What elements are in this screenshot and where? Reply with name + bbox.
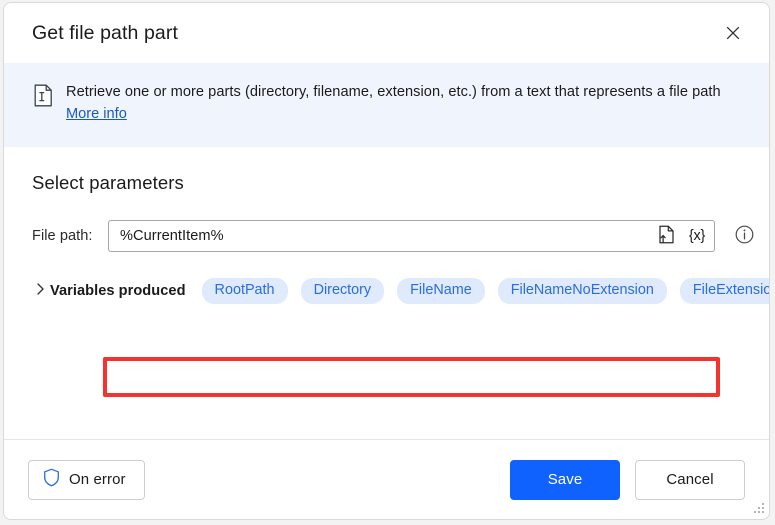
more-info-link[interactable]: More info xyxy=(66,105,127,124)
page-title: Get file path part xyxy=(32,22,713,45)
cancel-button[interactable]: Cancel xyxy=(635,460,745,500)
save-button[interactable]: Save xyxy=(510,460,620,500)
dialog-body: Select parameters File path: %CurrentIte… xyxy=(4,147,769,439)
variable-pill[interactable]: RootPath xyxy=(202,278,288,304)
on-error-button[interactable]: On error xyxy=(28,460,145,500)
highlight-annotation xyxy=(103,357,720,397)
close-icon xyxy=(725,25,741,41)
variable-braces-icon: {x} xyxy=(689,228,705,244)
variable-pill[interactable]: FileExtension xyxy=(680,278,770,304)
file-text-icon xyxy=(32,84,54,107)
file-path-field-actions: {x} xyxy=(653,220,710,252)
file-path-input[interactable]: %CurrentItem% xyxy=(108,220,715,252)
file-upload-icon xyxy=(658,225,675,247)
on-error-label: On error xyxy=(69,471,126,488)
dialog-titlebar: Get file path part xyxy=(4,3,769,63)
dialog-footer: On error Save Cancel xyxy=(4,439,769,519)
chevron-right-icon xyxy=(35,282,46,301)
file-path-label: File path: xyxy=(32,228,108,244)
info-circle-icon xyxy=(735,225,754,247)
close-button[interactable] xyxy=(713,16,753,50)
variables-produced-label: Variables produced xyxy=(50,283,186,299)
resize-grip-icon[interactable] xyxy=(752,503,765,516)
file-path-field-wrapper: %CurrentItem% {x} xyxy=(108,220,715,252)
info-banner-body: Retrieve one or more parts (directory, f… xyxy=(66,83,745,124)
info-banner: Retrieve one or more parts (directory, f… xyxy=(4,63,769,147)
file-path-value: %CurrentItem% xyxy=(120,228,224,244)
dialog-window: Get file path part Retrieve one or more … xyxy=(3,2,770,520)
variable-pill[interactable]: Directory xyxy=(301,278,385,304)
variables-expander[interactable] xyxy=(32,282,48,301)
variable-pill[interactable]: FileName xyxy=(397,278,485,304)
section-title: Select parameters xyxy=(32,172,741,194)
variables-produced-row: Variables produced RootPath Directory Fi… xyxy=(32,278,741,304)
file-path-parameter-row: File path: %CurrentItem% xyxy=(32,220,741,252)
variables-produced-pills: RootPath Directory FileName FileNameNoEx… xyxy=(202,278,770,304)
variable-pill[interactable]: FileNameNoExtension xyxy=(498,278,667,304)
file-picker-button[interactable] xyxy=(653,223,679,249)
file-path-info-button[interactable] xyxy=(732,224,756,248)
shield-icon xyxy=(43,468,60,491)
info-banner-text: Retrieve one or more parts (directory, f… xyxy=(66,83,745,102)
variable-picker-button[interactable]: {x} xyxy=(684,223,710,249)
